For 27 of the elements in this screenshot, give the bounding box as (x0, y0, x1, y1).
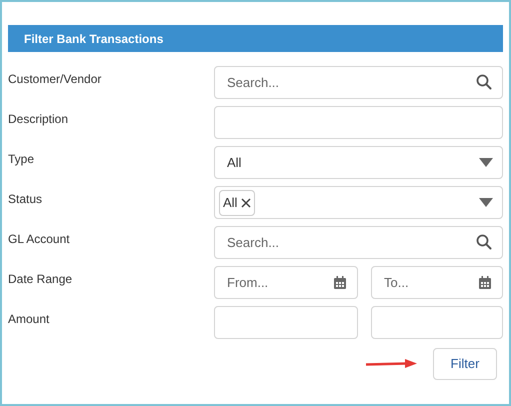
calendar-icon (479, 276, 491, 289)
calendar-icon (334, 276, 346, 289)
amount-min-field[interactable] (214, 306, 358, 339)
filter-button[interactable]: Filter (433, 348, 497, 380)
remove-icon[interactable] (241, 198, 252, 208)
field-label: Date Range (8, 271, 74, 288)
field-label: Customer/Vendor (8, 71, 102, 88)
field-label: Status (8, 191, 44, 208)
date-field[interactable]: To... (371, 266, 503, 299)
search-field[interactable]: Search... (214, 66, 503, 99)
caret-icon (479, 198, 493, 207)
search-icon (476, 74, 492, 90)
field-label: Type (8, 151, 36, 168)
type-dropdown[interactable]: All (214, 146, 503, 179)
status-multiselect[interactable]: All (214, 186, 503, 219)
search-icon (476, 234, 492, 250)
caret-icon (479, 158, 493, 167)
field-label: Description (8, 111, 70, 128)
text-field[interactable] (214, 106, 503, 139)
status-tag: All (219, 190, 256, 216)
field-label: Amount (8, 311, 50, 328)
date-field[interactable]: From... (214, 266, 358, 299)
arrow-icon (365, 359, 417, 369)
panel-header: Filter Bank Transactions (8, 25, 503, 52)
field-label: GL Account (8, 231, 71, 248)
search-field[interactable]: Search... (214, 226, 503, 259)
amount-max-field[interactable] (371, 306, 503, 339)
